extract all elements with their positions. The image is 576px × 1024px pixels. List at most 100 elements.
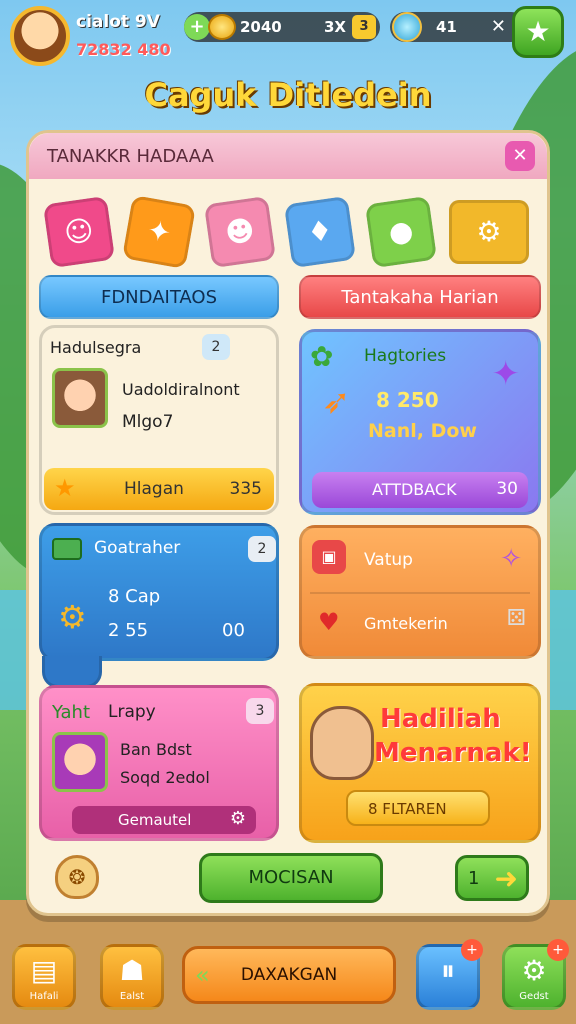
card-action-label: Gemautel (118, 811, 192, 829)
bunny-character (310, 706, 374, 780)
nav-label: Ealst (119, 991, 145, 1002)
reward-bar-value: 335 (229, 479, 262, 499)
reward-bar-label: Hlagan (124, 479, 184, 499)
nav-label: Hafali (29, 991, 59, 1002)
card-badge: 2 (202, 334, 230, 360)
gem-value: 41 (436, 18, 457, 36)
nav-pause-button[interactable]: + ⏸ (416, 939, 483, 1010)
promo-claim-button[interactable]: 8 FLTAREN (346, 790, 490, 826)
apple-icon: ♥ (318, 608, 340, 636)
card-line-2: Mlgo7 (122, 412, 174, 432)
card-value: 8 250 (376, 388, 439, 412)
chest-icon: ▤ (30, 954, 58, 987)
star-gem-tile-icon[interactable]: ☺ (42, 195, 116, 269)
nav-pet-button[interactable]: ☗ Ealst (100, 944, 164, 1010)
pig-tile-icon[interactable]: ☻ (203, 195, 276, 269)
category-icon-row: ☺ ✦ ☻ ♦ ● ⚙ (42, 191, 529, 273)
card-collector[interactable]: Goatraher 2 ⚙ 8 Cap 2 55 00 (39, 523, 279, 688)
coin-counter: + 2040 3X 3 (184, 12, 380, 42)
add-coins-button[interactable]: + (184, 14, 210, 40)
player-avatar[interactable] (10, 6, 70, 66)
arrow-right-icon: ➜ (494, 862, 518, 895)
ticket-icon (52, 538, 82, 560)
tab-right[interactable]: Tantakaha Harian (299, 275, 541, 319)
game-title: Caguk Ditledein (144, 76, 432, 114)
card-title: Hadulsegra (50, 338, 142, 357)
card-profile[interactable]: Hadulsegra 2 Uadoldiralnont Mlgo7 ★ Hlag… (39, 325, 279, 515)
card-friend[interactable]: Yaht Lrapy 3 Ban Bdst Soqd 2edol Gemaute… (39, 685, 279, 841)
gem-icon (392, 12, 422, 42)
chevron-left-icon: « (195, 961, 210, 989)
candy-tile-icon[interactable]: ✦ (122, 194, 197, 270)
card-line-1: Ban Bdst (120, 740, 192, 759)
reward-bar-button[interactable]: ★ Hlagan 335 (44, 468, 274, 510)
nav-label: Gedst (519, 991, 549, 1002)
promo-title-line-1: Hadiliah (380, 704, 501, 734)
shuttlecock-icon: ✧ (500, 544, 522, 574)
coin-stack-icon (208, 14, 236, 40)
egg-icon[interactable]: ❂ (55, 855, 99, 899)
pet-icon: ☗ (119, 954, 145, 987)
character-portrait (52, 732, 108, 792)
card-badge: 3 (246, 698, 274, 724)
top-hud: cialot 9V 72832 480 + 2040 3X 3 41 ✕ ★ (6, 4, 570, 66)
notification-badge: + (461, 939, 483, 961)
card-head-label: Yaht (52, 702, 91, 723)
card-action-button[interactable]: Gemautel ⚙ (72, 806, 256, 834)
nav-settings-button[interactable]: + ⚙ Gedst (502, 939, 569, 1010)
card-line-3: 00 (222, 620, 245, 641)
card-subtitle: Nanl, Dow (368, 420, 477, 442)
favorites-star-button[interactable]: ★ (512, 6, 564, 58)
divider (310, 592, 530, 594)
character-portrait (52, 368, 108, 428)
panel-close-button[interactable]: ✕ (505, 141, 535, 171)
notification-badge: + (547, 939, 569, 961)
tab-left[interactable]: FDNDAITAOS (39, 275, 279, 319)
card-title: Goatraher (94, 538, 181, 558)
settings-gear-icon[interactable]: ⚙ (230, 808, 246, 829)
card-title: Hagtories (364, 346, 447, 366)
nav-center-label: DAXAKGAN (240, 965, 338, 985)
rocket-icon: ➶ (322, 382, 351, 422)
next-page-button[interactable]: 1 ➜ (455, 855, 529, 901)
close-icon[interactable]: ✕ (491, 16, 506, 37)
main-panel: TANAKKR HADAAA ✕ ☺ ✦ ☻ ♦ ● ⚙ FDNDAITAOS … (26, 130, 550, 916)
gold-badge[interactable]: 3 (352, 15, 376, 39)
next-page-number: 1 (468, 868, 480, 889)
card-line-1: Vatup (364, 550, 413, 570)
card-stories[interactable]: ✿ Hagtories ➶ ✦ 8 250 Nanl, Dow ATTDBACK… (299, 329, 541, 515)
promo-button-label: 8 FLTAREN (368, 800, 447, 818)
coin-value: 2040 (240, 18, 282, 36)
gem-counter: 41 ✕ (390, 12, 526, 42)
card-line-2: Gmtekerin (364, 614, 448, 633)
promo-title-line-2: Menarnak! (374, 738, 532, 768)
card-action-label: ATTDBACK (372, 480, 457, 499)
main-action-button[interactable]: MOCISAN (199, 853, 383, 903)
card-line-2: 2 55 (108, 620, 149, 641)
gear-icon: ⚙ (58, 598, 87, 636)
coin-multiplier: 3X (323, 18, 346, 36)
card-title: Lrapy (108, 702, 156, 722)
nav-chest-button[interactable]: ▤ Hafali (12, 944, 76, 1010)
card-badge: 2 (248, 536, 276, 562)
card-action-button[interactable]: ATTDBACK 30 (312, 472, 528, 508)
panel-header: TANAKKR HADAAA ✕ (29, 133, 547, 179)
card-line-1: 8 Cap (108, 586, 161, 607)
star-icon: ★ (54, 474, 76, 502)
chest-icon: ▣ (312, 540, 346, 574)
card-promo[interactable]: Hadiliah Menarnak! 8 FLTAREN (299, 683, 541, 843)
card-line-2: Soqd 2edol (120, 768, 210, 787)
robot-tile-icon[interactable]: ⚙ (448, 200, 529, 264)
nav-center-button[interactable]: « DAXAKGAN (182, 946, 396, 1004)
card-line-1: Uadoldiralnont (122, 380, 240, 399)
purple-gem-icon: ✦ (491, 354, 521, 394)
fruit-tile-icon[interactable]: ● (364, 195, 437, 269)
dice-icon: ⚄ (506, 606, 526, 631)
potion-tile-icon[interactable]: ♦ (284, 195, 357, 269)
panel-title: TANAKKR HADAAA (47, 146, 214, 167)
card-shop[interactable]: ▣ Vatup ✧ ♥ Gmtekerin ⚄ (299, 525, 541, 659)
card-tail (42, 656, 102, 688)
player-name: cialot 9V (76, 12, 160, 32)
card-action-value: 30 (496, 479, 518, 499)
player-level-xp: 72832 480 (76, 40, 171, 59)
